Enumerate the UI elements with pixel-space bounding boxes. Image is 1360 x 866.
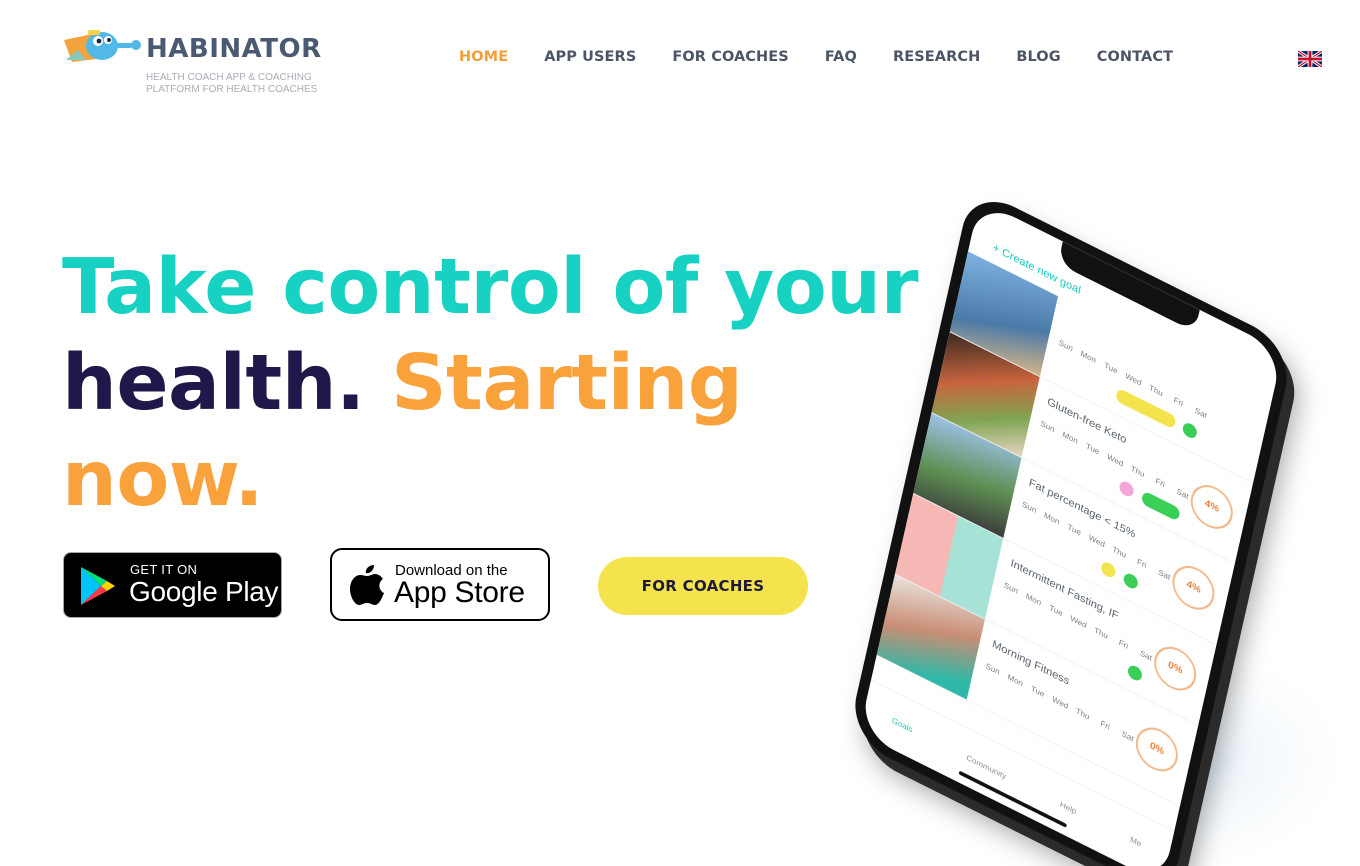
weekday-label: Wed [1087,532,1106,550]
tab-help[interactable]: Help [1059,800,1077,816]
missed-dot [1118,479,1135,499]
nav-contact[interactable]: CONTACT [1079,49,1191,65]
weekday-label: Wed [1124,371,1143,388]
phone-frame: + Create new goal Sun Mon Tue Wed Thu Fri Sat … [847,185,1295,866]
nav-home[interactable]: HOME [441,49,526,65]
weekday-label: Fri [1154,476,1166,490]
apple-icon [350,565,384,605]
weekday-label: Wed [1051,694,1070,711]
google-badge-big-text: Google Play [129,576,279,607]
weekday-label: Thu [1075,706,1091,722]
done-dot [1181,420,1199,441]
weekday-label: Fri [1136,557,1148,570]
weekday-label: Fri [1099,718,1111,732]
weekday-label: Thu [1093,625,1109,641]
weekday-label: Tue [1048,603,1064,619]
weekday-label: Mon [1043,510,1061,527]
google-play-badge[interactable]: GET IT ON Google Play [63,552,282,618]
weekday-label: Wed [1106,452,1125,469]
progress-ring: 0% [1131,719,1182,780]
weekday-label: Fri [1117,637,1129,651]
weekday-label: Sun [984,661,1001,677]
uk-flag-icon[interactable] [1298,51,1322,67]
app-store-badge[interactable]: Download on the App Store [330,548,550,621]
weekday-label: Sun [1057,338,1074,354]
weekday-label: Tue [1103,360,1119,376]
tab-goals[interactable]: Goals [891,716,913,734]
nav-app-users[interactable]: APP USERS [526,49,654,65]
brand-tagline: HEALTH COACH APP & COACHING PLATFORM FOR… [146,72,318,95]
weekday-label: Mon [1079,349,1097,365]
nav-blog[interactable]: BLOG [998,49,1078,65]
highlight-dot [1099,559,1117,580]
weekday-label: Wed [1069,613,1088,631]
weekday-label: Thu [1148,383,1164,399]
main-nav: HOME APP USERS FOR COACHES FAQ RESEARCH … [441,49,1191,65]
done-dot [1122,571,1140,591]
weekday-label: Sun [1039,418,1056,435]
nav-faq[interactable]: FAQ [807,49,875,65]
tab-me[interactable]: Me [1129,835,1142,849]
google-play-icon [81,567,115,605]
habinator-mascot-icon [64,30,141,62]
for-coaches-button[interactable]: FOR COACHES [598,557,808,615]
done-dot [1126,663,1144,683]
brand-logo[interactable]: HABINATOR HEALTH COACH APP & COACHING PL… [62,26,362,100]
apple-badge-big-text: App Store [394,576,525,609]
weekday-label: Mon [1024,591,1043,608]
hero-title-health: health. [62,339,365,428]
weekday-label: Tue [1066,522,1082,538]
weekday-label: Thu [1111,544,1127,560]
hero-title-starting: Starting [391,339,743,428]
weekday-label: Sun [1021,499,1038,515]
weekday-label: Tue [1030,684,1046,699]
weekday-label: Mon [1061,429,1079,446]
weekday-label: Sat [1194,406,1208,421]
weekday-label: Sun [1003,580,1019,596]
weekday-label: Tue [1085,441,1101,457]
google-badge-small-text: GET IT ON [130,562,198,577]
weekday-label: Mon [1006,672,1024,689]
progress-ring: 4% [1186,477,1237,537]
brand-name: HABINATOR [146,34,322,64]
hero-title-line-2: health. Starting [62,339,743,428]
phone-screen: + Create new goal Sun Mon Tue Wed Thu Fri Sat … [859,199,1283,866]
weekday-label: Fri [1172,395,1184,409]
nav-for-coaches[interactable]: FOR COACHES [654,49,806,65]
phone-mockup: + Create new goal Sun Mon Tue Wed Thu Fri Sat … [818,185,1324,866]
nav-research[interactable]: RESEARCH [875,49,998,65]
weekday-label: Thu [1129,463,1146,479]
progress-ring: 0% [1150,639,1201,699]
progress-ring: 4% [1168,558,1219,618]
